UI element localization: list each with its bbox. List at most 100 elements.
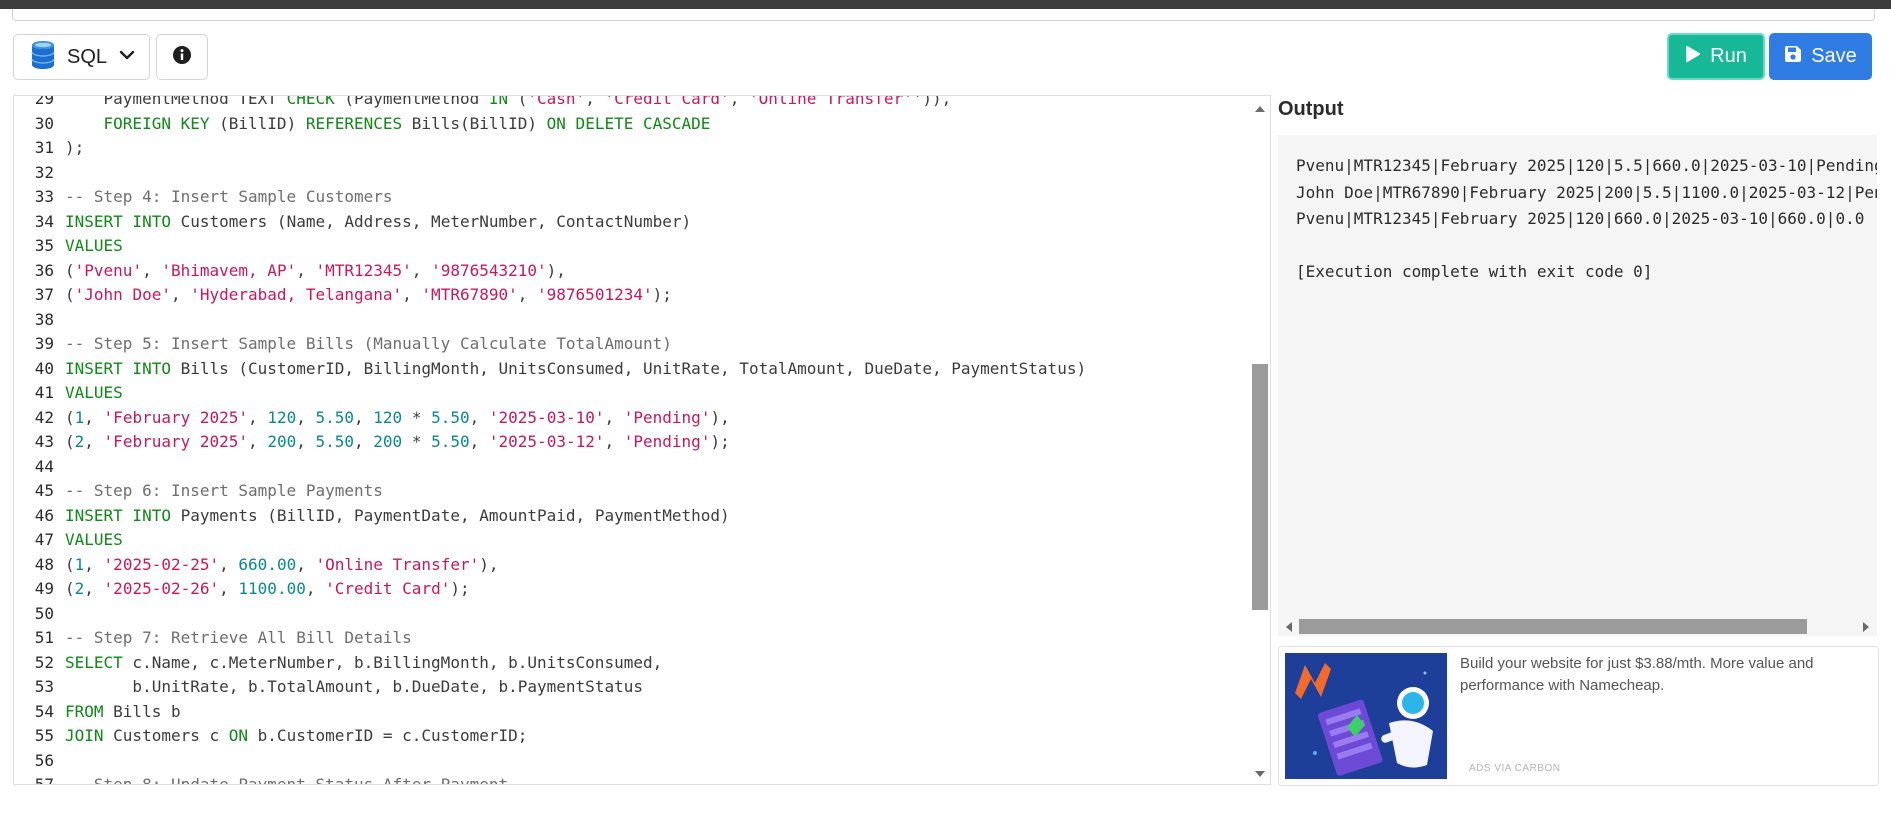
code-line[interactable]: 43 (2, 'February 2025', 200, 5.50, 200 * …	[14, 430, 1250, 455]
carbon-ad[interactable]: Build your website for just $3.88/mth. M…	[1278, 646, 1879, 786]
code-line[interactable]: 46 INSERT INTO Payments (BillID, PaymentD…	[14, 504, 1250, 529]
line-number: 46	[34, 505, 54, 525]
line-number: 33	[34, 187, 54, 206]
code-token: ),	[546, 260, 566, 280]
code-token: );	[65, 138, 85, 157]
code-token: ,	[219, 579, 239, 598]
code-line[interactable]: 39 -- Step 5: Insert Sample Bills (Manual…	[14, 332, 1250, 357]
code-line[interactable]: 47 VALUES	[14, 528, 1250, 553]
code-token: ,	[354, 432, 374, 451]
code-line[interactable]: 36 ('Pvenu', 'Bhimavem, AP', 'MTR12345', …	[14, 259, 1250, 284]
save-button[interactable]: Save	[1769, 33, 1872, 80]
code-line[interactable]: 50	[14, 602, 1250, 627]
code-line[interactable]: 33 -- Step 4: Insert Sample Customers	[14, 185, 1250, 210]
editor-vertical-scrollbar[interactable]	[1250, 96, 1270, 784]
code-line[interactable]: 49 (2, '2025-02-26', 1100.00, 'Credit Car…	[14, 577, 1250, 602]
code-line[interactable]: 57 -- Step 8: Update Payment Status After…	[14, 773, 1250, 785]
code-line[interactable]: 41 VALUES	[14, 381, 1250, 406]
line-number: 29	[34, 95, 54, 108]
line-number: 31	[34, 138, 54, 157]
output-horizontal-scrollbar[interactable]	[1278, 617, 1877, 636]
code-token: 'Credit Card'	[604, 95, 730, 108]
line-number: 34	[34, 211, 54, 231]
code-line[interactable]: 44	[14, 455, 1250, 480]
line-content: ('John Doe', 'Hyderabad, Telangana', 'MT…	[54, 283, 672, 308]
code-line[interactable]: 51 -- Step 7: Retrieve All Bill Details	[14, 626, 1250, 651]
code-line[interactable]: 40 INSERT INTO Bills (CustomerID, Billing…	[14, 357, 1250, 382]
code-line[interactable]: 32	[14, 161, 1250, 186]
line-content	[54, 602, 65, 627]
code-token: '2025-03-12'	[488, 432, 605, 451]
code-token: VALUES	[65, 530, 123, 549]
code-lines[interactable]: 29 PaymentMethod TEXT CHECK (PaymentMeth…	[14, 95, 1250, 785]
code-token: ,	[296, 554, 316, 574]
code-editor[interactable]: 29 PaymentMethod TEXT CHECK (PaymentMeth…	[13, 95, 1271, 785]
code-line[interactable]: 45 -- Step 6: Insert Sample Payments	[14, 479, 1250, 504]
code-line[interactable]: 52 SELECT c.Name, c.MeterNumber, b.Billin…	[14, 651, 1250, 676]
language-select-button[interactable]: SQL	[13, 34, 150, 80]
code-token: ,	[296, 407, 316, 427]
ad-image[interactable]	[1285, 653, 1447, 779]
scroll-down-arrow-icon[interactable]	[1255, 771, 1265, 777]
line-content: (1, 'February 2025', 120, 5.50, 120 * 5.…	[54, 406, 730, 431]
line-number: 55	[34, 726, 54, 745]
line-content: b.UnitRate, b.TotalAmount, b.DueDate, b.…	[54, 675, 643, 700]
code-token: VALUES	[65, 236, 123, 255]
code-line[interactable]: 29 PaymentMethod TEXT CHECK (PaymentMeth…	[14, 95, 1250, 112]
code-line[interactable]: 53 b.UnitRate, b.TotalAmount, b.DueDate,…	[14, 675, 1250, 700]
code-token: IN	[488, 95, 509, 108]
code-line[interactable]: 31);	[14, 136, 1250, 161]
code-token: );	[652, 285, 672, 304]
code-token: (	[65, 432, 75, 451]
code-token: VALUES	[65, 383, 123, 402]
line-content	[54, 455, 65, 480]
code-line[interactable]: 42 (1, 'February 2025', 120, 5.50, 120 * …	[14, 406, 1250, 431]
code-line[interactable]: 30 FOREIGN KEY (BillID) REFERENCES Bills…	[14, 112, 1250, 137]
code-line[interactable]: 55 JOIN Customers c ON b.CustomerID = c.C…	[14, 724, 1250, 749]
code-token: ,	[142, 260, 162, 280]
code-token: CHECK	[286, 95, 335, 108]
line-number: 40	[34, 358, 54, 378]
line-content	[54, 308, 65, 333]
line-content: VALUES	[54, 234, 123, 259]
top-input-strip[interactable]	[12, 9, 1875, 21]
editor-scroll-thumb[interactable]	[1252, 364, 1268, 610]
browser-top-bar	[0, 0, 1891, 9]
code-token: Bills b	[103, 701, 181, 721]
scroll-right-arrow-icon[interactable]	[1863, 622, 1869, 632]
code-line[interactable]: 37 ('John Doe', 'Hyderabad, Telangana', '…	[14, 283, 1250, 308]
line-content	[54, 749, 65, 774]
code-line[interactable]: 54 FROM Bills b	[14, 700, 1250, 725]
line-content: -- Step 7: Retrieve All Bill Details	[54, 626, 412, 651]
output-text: Pvenu|MTR12345|February 2025|120|5.5|660…	[1296, 156, 1877, 281]
code-token: ,	[84, 554, 104, 574]
code-token: 200	[267, 432, 297, 451]
code-line[interactable]: 48 (1, '2025-02-25', 660.00, 'Online Tran…	[14, 553, 1250, 578]
code-token: b.CustomerID = c.CustomerID;	[248, 726, 528, 745]
info-button[interactable]	[156, 34, 208, 80]
scroll-left-arrow-icon[interactable]	[1286, 622, 1292, 632]
code-token: b.UnitRate, b.TotalAmount, b.DueDate, b.…	[65, 677, 643, 696]
code-token: 'Credit Card'	[325, 579, 451, 598]
line-number: 41	[34, 383, 54, 402]
code-line[interactable]: 38	[14, 308, 1250, 333]
code-token: -- Step 6: Insert Sample Payments	[65, 481, 383, 500]
line-content: FOREIGN KEY (BillID) REFERENCES Bills(Bi…	[54, 112, 711, 137]
ad-text[interactable]: Build your website for just $3.88/mth. M…	[1460, 653, 1860, 697]
line-number: 57	[34, 775, 54, 785]
code-token: *	[402, 407, 432, 427]
line-content: VALUES	[54, 528, 123, 553]
code-line[interactable]: 34 INSERT INTO Customers (Name, Address, …	[14, 210, 1250, 235]
code-token: (	[65, 260, 75, 280]
code-token: INSERT INTO	[65, 505, 171, 525]
code-line[interactable]: 35 VALUES	[14, 234, 1250, 259]
code-token: ,	[248, 407, 268, 427]
line-content: (2, 'February 2025', 200, 5.50, 200 * 5.…	[54, 430, 730, 455]
code-line[interactable]: 56	[14, 749, 1250, 774]
line-content: INSERT INTO Bills (CustomerID, BillingMo…	[54, 357, 1086, 382]
run-button[interactable]: Run	[1667, 33, 1765, 80]
code-token: '2025-02-25'	[103, 554, 220, 574]
scroll-up-arrow-icon[interactable]	[1255, 106, 1265, 112]
output-scroll-thumb[interactable]	[1299, 619, 1807, 634]
ad-via-label[interactable]: ADS VIA CARBON	[1469, 763, 1560, 774]
